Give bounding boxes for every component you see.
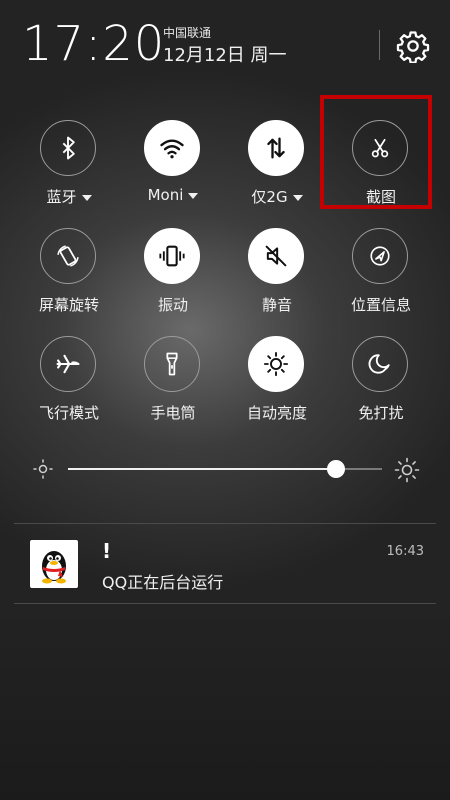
highlight-box — [320, 95, 432, 209]
tile-label: 蓝牙 — [19, 186, 119, 207]
tile-label-text: 蓝牙 — [46, 188, 77, 206]
tile-toggle-button[interactable] — [144, 336, 200, 392]
vibrate-icon — [159, 245, 185, 267]
mute-icon — [265, 245, 287, 267]
auto-brightness-icon — [263, 351, 289, 377]
location-icon — [370, 246, 390, 266]
tile-auto-brightness[interactable]: 自动亮度 — [227, 336, 327, 436]
tile-toggle-button[interactable] — [40, 336, 96, 392]
tile-label-text: 振动 — [157, 296, 188, 314]
notification-time: 16:43 — [386, 544, 424, 559]
qq-penguin-icon — [30, 540, 78, 588]
carrier-name: 中国联通 — [163, 26, 212, 40]
tile-toggle-button[interactable] — [248, 120, 304, 176]
clock: 17:20 — [22, 16, 166, 72]
tile-label: 仅2G — [227, 186, 327, 207]
tile-label-text: 屏幕旋转 — [38, 296, 99, 314]
tile-label-text: 仅2G — [251, 188, 288, 206]
date-label: 12月12日 周一 — [163, 45, 287, 66]
tile-label: 屏幕旋转 — [19, 294, 119, 315]
tile-label: 位置信息 — [331, 294, 431, 315]
settings-button[interactable] — [396, 29, 430, 64]
header-divider — [379, 30, 380, 60]
tile-toggle-button[interactable] — [40, 120, 96, 176]
tile-toggle-button[interactable] — [40, 228, 96, 284]
background-fade — [0, 610, 450, 800]
tile-toggle-button[interactable] — [248, 228, 304, 284]
brightness-high-icon — [394, 457, 420, 483]
tile-label-text: 静音 — [261, 296, 292, 314]
screen-rotation-icon — [57, 245, 79, 267]
brightness-slider[interactable] — [0, 452, 450, 488]
flashlight-icon — [166, 352, 178, 376]
brightness-track[interactable] — [68, 460, 382, 478]
tile-airplane[interactable]: 飞行模式 — [19, 336, 119, 436]
brightness-low-icon — [33, 459, 53, 479]
tile-label-text: Moni — [147, 186, 184, 204]
dropdown-caret-icon[interactable] — [292, 194, 303, 201]
notification-text: QQ正在后台运行 — [102, 573, 224, 592]
brightness-thumb[interactable] — [327, 460, 346, 478]
tile-label: 静音 — [227, 294, 327, 315]
tile-label: 手电筒 — [123, 402, 223, 423]
bluetooth-icon — [62, 136, 75, 160]
tile-location[interactable]: 位置信息 — [331, 228, 431, 328]
tile-label-text: 飞行模式 — [38, 404, 99, 422]
dropdown-caret-icon[interactable] — [81, 194, 92, 201]
tile-label: 免打扰 — [331, 402, 431, 423]
tile-wifi[interactable]: Moni — [123, 120, 223, 220]
tile-toggle-button[interactable] — [144, 228, 200, 284]
tile-label: 自动亮度 — [227, 402, 327, 423]
tile-toggle-button[interactable] — [352, 336, 408, 392]
tile-bluetooth[interactable]: 蓝牙 — [19, 120, 119, 220]
tile-label-text: 免打扰 — [358, 404, 404, 422]
tile-label: 飞行模式 — [19, 402, 119, 423]
tile-mute[interactable]: 静音 — [227, 228, 327, 328]
tile-label-text: 位置信息 — [350, 296, 411, 314]
dropdown-caret-icon[interactable] — [188, 192, 199, 199]
tile-mobile-data[interactable]: 仅2G — [227, 120, 327, 220]
tile-toggle-button[interactable] — [248, 336, 304, 392]
tile-label: Moni — [123, 186, 223, 204]
tile-moon[interactable]: 免打扰 — [331, 336, 431, 436]
moon-icon — [368, 354, 390, 374]
brightness-fill — [68, 468, 337, 470]
mobile-data-icon — [267, 137, 285, 159]
notification-title: ! — [102, 539, 112, 563]
tile-toggle-button[interactable] — [352, 228, 408, 284]
notification-divider-bottom — [14, 603, 436, 604]
tile-label: 振动 — [123, 294, 223, 315]
tile-label-text: 自动亮度 — [246, 404, 307, 422]
wifi-icon — [160, 139, 184, 159]
tile-vibrate[interactable]: 振动 — [123, 228, 223, 328]
tile-toggle-button[interactable] — [144, 120, 200, 176]
gear-icon — [396, 31, 430, 64]
tile-flashlight[interactable]: 手电筒 — [123, 336, 223, 436]
tile-label-text: 手电筒 — [150, 404, 196, 422]
airplane-icon — [56, 354, 80, 374]
notification-card[interactable]: ! QQ正在后台运行 16:43 — [14, 524, 436, 604]
tile-screen-rotation[interactable]: 屏幕旋转 — [19, 228, 119, 328]
